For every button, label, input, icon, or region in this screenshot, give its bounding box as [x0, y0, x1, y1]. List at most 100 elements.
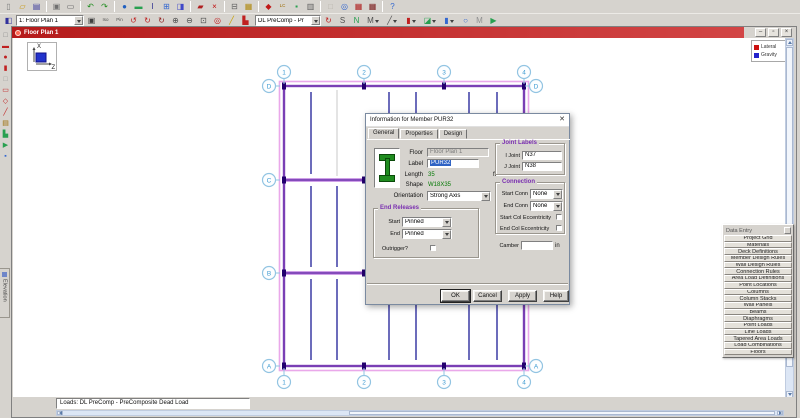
i-joint-field[interactable]: N37	[522, 151, 562, 160]
data-entry-item-diaphragms[interactable]: Diaphragms	[724, 315, 792, 322]
snapshot-icon[interactable]: ▣	[85, 15, 98, 27]
member-label-field[interactable]: PUR32	[427, 159, 479, 168]
data-entry-item-load-combinations[interactable]: Load Combinations	[724, 342, 792, 349]
scroll-left-icon[interactable]	[57, 411, 63, 415]
zoom-extents-icon[interactable]: ◎	[211, 15, 224, 27]
dialog-titlebar[interactable]: Information for Member PUR32 ✕	[366, 114, 569, 127]
modes-icon[interactable]: M	[473, 15, 486, 27]
redo-icon[interactable]: ↷	[98, 1, 111, 13]
draw-beam-icon[interactable]: ▬	[1, 41, 11, 51]
end-conn-dropdown[interactable]: None	[530, 201, 563, 211]
end-release-dropdown[interactable]: Pinned	[402, 229, 452, 239]
deck-color-dropdown-icon[interactable]: ▮	[402, 15, 420, 27]
start-col-eccentricity-checkbox[interactable]	[556, 214, 562, 220]
flag-tool-icon[interactable]: ▶	[1, 140, 11, 150]
zoom-out-icon[interactable]: ⊖	[183, 15, 196, 27]
data-entry-item-materials[interactable]: Materials	[724, 242, 792, 249]
new-file-icon[interactable]: ▯	[2, 1, 15, 13]
red-table-icon[interactable]: ▦	[352, 1, 365, 13]
print-icon[interactable]: ▭	[64, 1, 77, 13]
minimize-button[interactable]: –	[755, 28, 766, 37]
end-col-eccentricity-checkbox[interactable]	[556, 225, 562, 231]
zoom-window-icon[interactable]: ⊡	[197, 15, 210, 27]
data-entry-item-deck-definitions[interactable]: Deck Definitions	[724, 248, 792, 255]
data-entry-item-project-grid[interactable]: Project Grid	[724, 235, 792, 242]
floor-plan-titlebar[interactable]: Floor Plan 1 –▫×	[12, 27, 796, 38]
help-icon[interactable]: ?	[386, 1, 399, 13]
data-entry-item-wall-panels[interactable]: Wall Panels	[724, 302, 792, 309]
print-preview-icon[interactable]: ◎	[338, 1, 351, 13]
draw-column-icon[interactable]: ●	[1, 52, 11, 62]
open-folder-icon[interactable]: ▱	[16, 1, 29, 13]
orientation-dropdown[interactable]: Strong Axis	[427, 191, 491, 201]
line-style-dropdown-icon[interactable]: ╱	[383, 15, 401, 27]
draw-wall-icon[interactable]: ▮	[1, 63, 11, 73]
horizontal-scroll-thumb[interactable]	[349, 411, 775, 415]
ok-button[interactable]: OK	[441, 290, 470, 302]
chevron-down-icon[interactable]	[481, 192, 490, 201]
data-entry-item-member-design-rules[interactable]: Member Design Rules	[724, 255, 792, 262]
data-entry-item-beams[interactable]: Beams	[724, 309, 792, 316]
pin-view-icon[interactable]: Pin	[113, 15, 126, 27]
apply-button[interactable]: Apply	[508, 290, 537, 302]
scroll-right-icon[interactable]	[777, 411, 783, 415]
floor-selector-dropdown[interactable]: 1: Floor Plan 1	[16, 15, 84, 26]
chevron-down-icon[interactable]	[311, 16, 320, 25]
undo-icon[interactable]: ↶	[84, 1, 97, 13]
data-entry-item-wall-design-rules[interactable]: Wall Design Rules	[724, 262, 792, 269]
area-color-dropdown-icon[interactable]: ◪	[421, 15, 439, 27]
disabled-tool-icon[interactable]: □	[324, 1, 337, 13]
data-entry-item-connection-rules[interactable]: Connection Rules	[724, 268, 792, 275]
draw-rect-icon[interactable]: ▭	[1, 85, 11, 95]
zoom-in-icon[interactable]: ⊕	[169, 15, 182, 27]
globe-icon[interactable]: ●	[118, 1, 131, 13]
spreadsheet-icon[interactable]: ▦	[242, 1, 255, 13]
data-entry-item-line-loads[interactable]: Line Loads	[724, 329, 792, 336]
data-entry-item-column-stacks[interactable]: Column Stacks	[724, 295, 792, 302]
data-entry-item-columns[interactable]: Columns	[724, 289, 792, 296]
help-button[interactable]: Help	[543, 290, 569, 302]
member-display-dropdown-icon[interactable]: M	[364, 15, 382, 27]
close-window-button[interactable]: ×	[781, 28, 792, 37]
data-entry-item-area-load-definitions[interactable]: Area Load Definitions	[724, 275, 792, 282]
solve-icon[interactable]: ◆	[262, 1, 275, 13]
tab-general[interactable]: General	[368, 128, 399, 139]
wall-panel-icon[interactable]: ◨	[174, 1, 187, 13]
wall-color-dropdown-icon[interactable]: ▮	[440, 15, 458, 27]
rotate-left-icon[interactable]: ↺	[127, 15, 140, 27]
chevron-down-icon[interactable]	[553, 190, 562, 199]
iso-view-icon[interactable]: Iso	[99, 15, 112, 27]
tab-properties[interactable]: Properties	[400, 129, 437, 139]
moment-diagram-icon[interactable]: N	[350, 15, 363, 27]
j-joint-field[interactable]: N38	[522, 162, 562, 171]
refresh-loads-icon[interactable]: ↻	[322, 15, 335, 27]
draw-polygon-icon[interactable]: ◇	[1, 96, 11, 106]
draw-member-icon[interactable]: ▰	[194, 1, 207, 13]
chevron-down-icon[interactable]	[442, 230, 451, 239]
rotate-right-icon[interactable]: ↻	[141, 15, 154, 27]
load-combination-icon[interactable]: LC	[276, 1, 289, 13]
rotate-down-icon[interactable]: ↻	[155, 15, 168, 27]
scroll-up-icon[interactable]	[786, 39, 793, 46]
shear-diagram-icon[interactable]: S	[336, 15, 349, 27]
green-box-icon[interactable]: ▪	[290, 1, 303, 13]
close-icon[interactable]: ✕	[555, 114, 569, 126]
outrigger-checkbox[interactable]	[430, 245, 436, 251]
flag-icon[interactable]: ▶	[487, 15, 500, 27]
red-table2-icon[interactable]: ▦	[366, 1, 379, 13]
materials-icon[interactable]: ▬	[132, 1, 145, 13]
start-conn-dropdown[interactable]: None	[530, 189, 563, 199]
data-entry-item-floors[interactable]: Floors	[724, 349, 792, 356]
data-entry-item-point-loads[interactable]: Point Loads	[724, 322, 792, 329]
select-box-icon[interactable]: □	[1, 30, 11, 40]
chevron-down-icon[interactable]	[74, 16, 83, 25]
copy-icon[interactable]: ▣	[50, 1, 63, 13]
elevation-tab[interactable]: Elevation	[0, 268, 10, 318]
section-icon[interactable]: I	[146, 1, 159, 13]
info-tool-icon[interactable]: ▪	[1, 151, 11, 161]
select-all-icon[interactable]: □	[1, 74, 11, 84]
chevron-down-icon[interactable]	[553, 202, 562, 211]
data-entry-item-tapered-area-loads[interactable]: Tapered Area Loads	[724, 335, 792, 342]
clock-icon[interactable]: ○	[459, 15, 472, 27]
tile-windows-icon[interactable]: ⊟	[228, 1, 241, 13]
